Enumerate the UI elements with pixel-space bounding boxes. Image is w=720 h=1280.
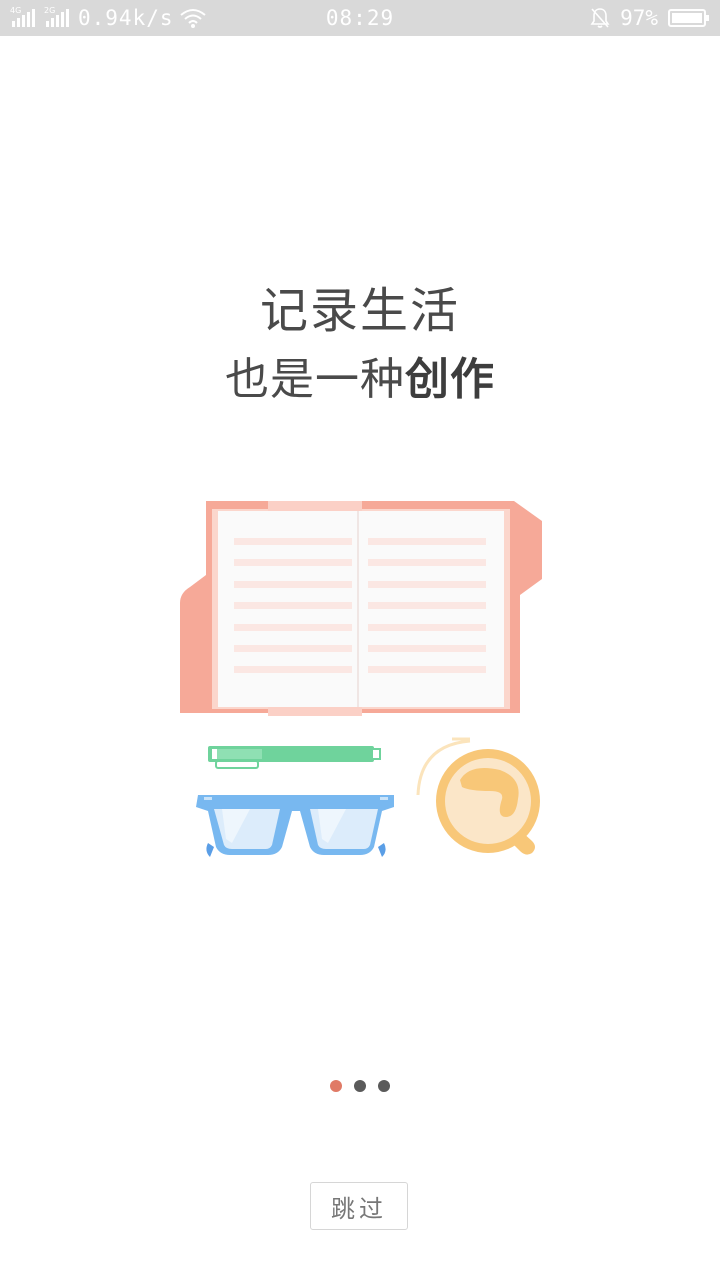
page-dot[interactable] [354,1080,366,1092]
status-bar: 4G 2G 0.94k/s 08:29 97% [0,0,720,36]
glasses-icon [196,795,394,857]
headline-line2-bold: 创作 [405,354,495,405]
skip-button[interactable]: 跳过 [310,1182,408,1230]
page-dot-active[interactable] [330,1080,342,1092]
open-book-icon [180,501,542,716]
coffee-cup-icon [416,737,540,855]
headline-line2-prefix: 也是一种 [225,354,405,405]
headline-line2: 也是一种创作 [0,344,720,416]
pen-icon [208,746,381,769]
battery-percentage: 97% [620,6,658,30]
headline-line1: 记录生活 [259,283,460,339]
bell-muted-icon [590,8,610,28]
page-indicator [0,1080,720,1092]
headline: 记录生活 也是一种创作 [0,278,720,416]
battery-icon [668,9,709,27]
illustration [180,501,542,857]
onboarding-screen: 4G 2G 0.94k/s 08:29 97% 记录生活 也是一种创作 跳过 [0,0,720,1280]
page-dot[interactable] [378,1080,390,1092]
status-right: 97% [590,0,710,36]
